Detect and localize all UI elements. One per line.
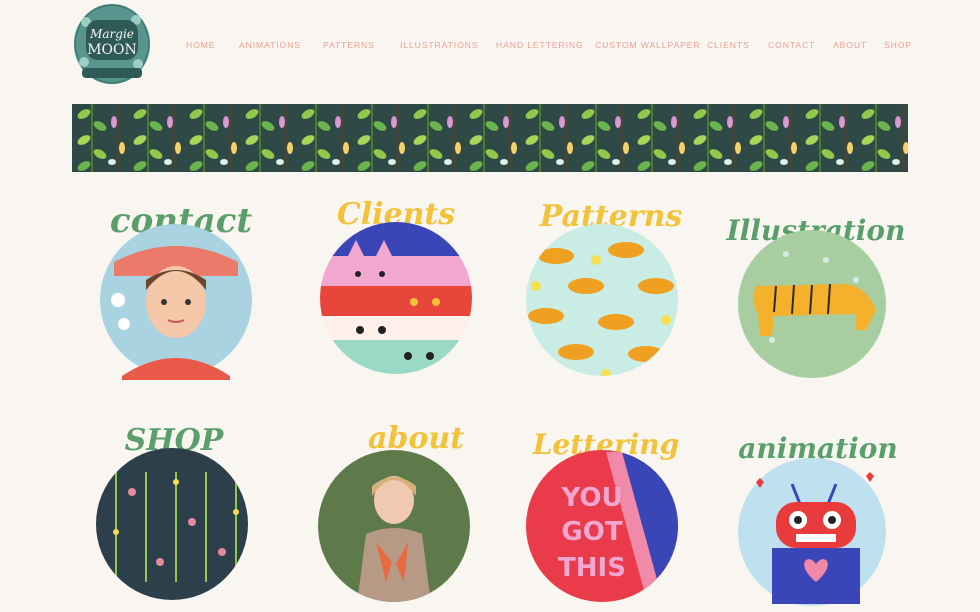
- tile-contact[interactable]: contact: [76, 190, 286, 390]
- lettering-line1: YOU: [560, 483, 622, 513]
- tile-clients[interactable]: Clients: [296, 190, 506, 390]
- nav-home[interactable]: HOME: [186, 40, 215, 50]
- tile-animation[interactable]: animation: [716, 412, 926, 612]
- leaf-pattern-banner: [72, 104, 908, 172]
- nav-illustrations[interactable]: ILLUSTRATIONS: [400, 40, 478, 50]
- nav-clients[interactable]: CLIENTS: [707, 40, 750, 50]
- tile-shop[interactable]: SHOP: [76, 412, 286, 612]
- tile-illustration[interactable]: Illustration: [716, 190, 926, 390]
- tile-title: about: [368, 421, 464, 456]
- nav-custom-wallpaper[interactable]: CUSTOM WALLPAPER: [595, 40, 700, 50]
- tile-lettering[interactable]: Lettering YOU GOT THIS: [506, 412, 716, 612]
- nav-patterns[interactable]: PATTERNS: [323, 40, 375, 50]
- logo-line1: Margie: [89, 27, 134, 41]
- nav-about[interactable]: ABOUT: [833, 40, 867, 50]
- nav-hand-lettering[interactable]: HAND LETTERING: [496, 40, 584, 50]
- nav-contact[interactable]: CONTACT: [768, 40, 815, 50]
- nav-shop[interactable]: SHOP: [884, 40, 912, 50]
- lettering-line2: GOT: [561, 517, 622, 547]
- main-nav: HOME ANIMATIONS PATTERNS ILLUSTRATIONS H…: [0, 40, 980, 52]
- lettering-line3: THIS: [558, 553, 626, 583]
- tile-patterns[interactable]: Patterns: [506, 190, 716, 390]
- nav-animations[interactable]: ANIMATIONS: [239, 40, 301, 50]
- tile-about[interactable]: about: [296, 412, 506, 612]
